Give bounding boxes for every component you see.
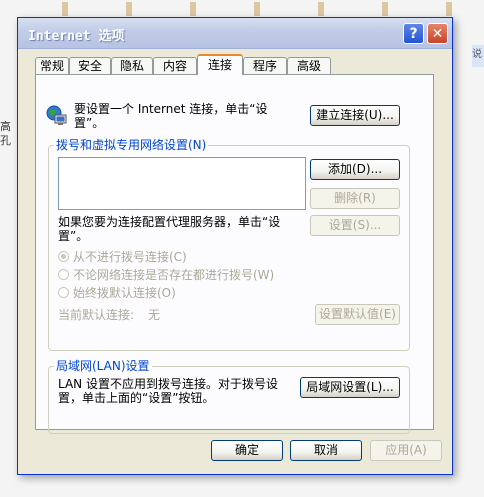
ok-button[interactable]: 确定	[211, 440, 283, 461]
tab-programs[interactable]: 程序	[243, 57, 287, 74]
add-connection-button[interactable]: 添加(D)...	[310, 159, 400, 180]
lan-settings-group-title: 局域网(LAN)设置	[54, 359, 152, 373]
apply-button[interactable]: 应用(A)	[370, 440, 442, 461]
proxy-settings-button[interactable]: 设置(S)...	[310, 215, 400, 236]
radio-dial-when-no-network-label: 不论网络连接是否存在都进行拨号(W)	[73, 268, 275, 282]
lan-settings-button[interactable]: 局域网设置(L)...	[300, 377, 400, 398]
cancel-button[interactable]: 取消	[290, 440, 362, 461]
lan-instruction-line2: 置，单击上面的“设置”按钮。	[58, 391, 215, 405]
title-bar[interactable]: Internet 选项 ? ✕	[18, 18, 452, 49]
window-title: Internet 选项	[28, 29, 125, 44]
dialup-vpn-group-title: 拨号和虚拟专用网络设置(N)	[54, 138, 209, 152]
proxy-instruction-line1: 如果您要为连接配置代理服务器，单击“设	[58, 215, 281, 229]
radio-never-dial[interactable]	[58, 251, 69, 262]
tab-connections[interactable]: 连接	[197, 54, 243, 75]
current-default-label: 当前默认连接:	[58, 308, 135, 322]
background-toolbar-decoration	[30, 2, 474, 16]
background-right-text: 说	[472, 45, 484, 67]
tab-privacy[interactable]: 隐私	[111, 57, 153, 74]
setup-instruction-line1: 要设置一个 Internet 连接，单击“设	[74, 102, 268, 116]
setup-connection-button[interactable]: 建立连接(U)...	[310, 105, 400, 126]
radio-always-dial-label: 始终拨默认连接(O)	[73, 286, 176, 300]
connections-list[interactable]	[58, 157, 306, 210]
tab-general[interactable]: 常规	[35, 57, 69, 74]
background-left-text: 高 孔	[0, 120, 11, 147]
remove-connection-button[interactable]: 删除(R)	[310, 188, 400, 209]
current-default-value: 无	[148, 308, 161, 322]
setup-instruction-line2: 置”。	[74, 116, 105, 130]
radio-never-dial-label: 从不进行拨号连接(C)	[73, 250, 187, 264]
tab-content[interactable]: 内容	[153, 57, 197, 74]
proxy-instruction-line2: 置”。	[58, 229, 89, 243]
radio-dial-when-no-network[interactable]	[58, 269, 69, 280]
connections-panel: 要设置一个 Internet 连接，单击“设 置”。 建立连接(U)... 拨号…	[35, 74, 434, 434]
tab-security[interactable]: 安全	[69, 57, 111, 74]
internet-options-dialog: Internet 选项 ? ✕ 常规 安全 隐私 内容 连接 程序 高级 要设置…	[17, 17, 453, 475]
lan-instruction-line1: LAN 设置不应用到拨号连接。对于拨号设	[58, 377, 278, 391]
set-default-button[interactable]: 设置默认值(E)	[315, 304, 400, 325]
close-button[interactable]: ✕	[427, 23, 448, 44]
tab-advanced[interactable]: 高级	[287, 57, 331, 74]
radio-always-dial[interactable]	[58, 287, 69, 298]
network-connection-icon	[46, 105, 67, 125]
help-button[interactable]: ?	[403, 23, 424, 44]
